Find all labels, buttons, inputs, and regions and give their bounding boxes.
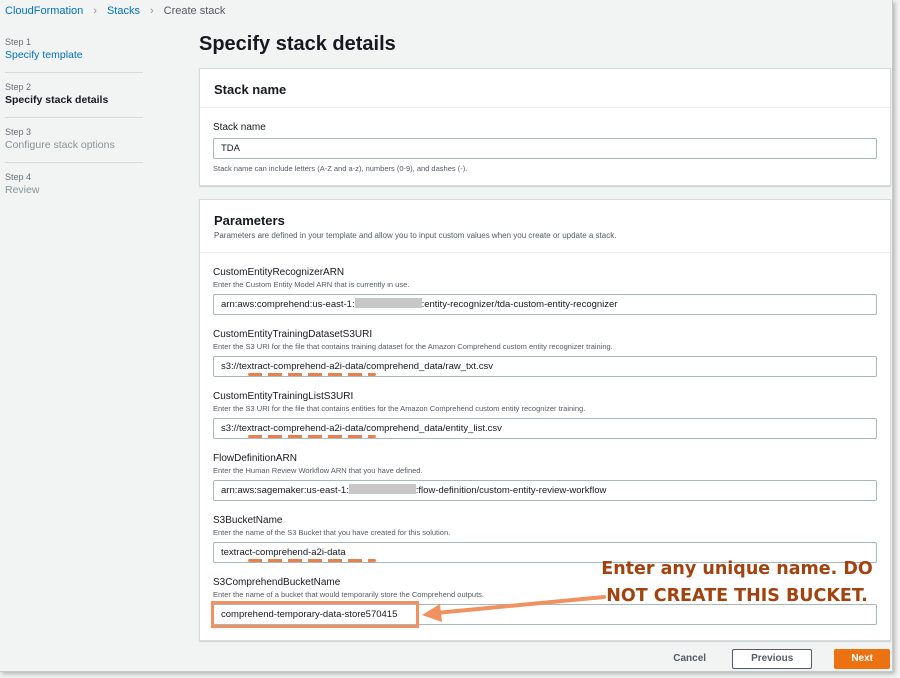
card-heading: Parameters — [214, 213, 285, 228]
step-2: Step 2 Specify stack details — [5, 81, 143, 118]
previous-button[interactable]: Previous — [732, 649, 813, 669]
annotation-underline — [248, 559, 376, 562]
field-label: CustomEntityTrainingDatasetS3URI — [213, 329, 373, 340]
breadcrumb-stacks[interactable]: Stacks — [107, 5, 140, 17]
cancel-button[interactable]: Cancel — [669, 649, 710, 669]
input-value: TDA — [221, 143, 240, 154]
step-number: Step 4 — [5, 172, 32, 182]
stack-name-card: Stack name Stack name TDA Stack name can… — [199, 68, 891, 186]
card-header: Parameters Parameters are defined in you… — [200, 200, 890, 253]
training-dataset-input[interactable]: s3://textract-comprehend-a2i-data/compre… — [213, 356, 877, 377]
recognizer-arn-input[interactable]: arn:aws:comprehend:us-east-1: :entity-rec… — [213, 294, 877, 315]
input-value-suffix: :flow-definition/custom-entity-review-wo… — [415, 485, 607, 496]
field-description: Enter the Human Review Workflow ARN that… — [213, 466, 423, 475]
input-value-prefix: arn:aws:sagemaker:us-east-1: — [221, 485, 349, 496]
field-label: CustomEntityRecognizerARN — [213, 267, 345, 278]
flow-definition-input[interactable]: arn:aws:sagemaker:us-east-1: :flow-defini… — [213, 480, 877, 501]
redacted-account-id — [354, 298, 422, 308]
input-value: textract-comprehend-a2i-data — [221, 547, 346, 558]
input-value-prefix: arn:aws:comprehend:us-east-1: — [221, 299, 355, 310]
step-label: Configure stack options — [5, 139, 115, 151]
page-title: Specify stack details — [199, 33, 396, 55]
field-hint: Stack name can include letters (A-Z and … — [213, 164, 468, 173]
field-description: Enter the S3 URI for the file that conta… — [213, 404, 586, 413]
input-value: comprehend-temporary-data-store570415 — [221, 609, 398, 620]
training-list-input[interactable]: s3://textract-comprehend-a2i-data/compre… — [213, 418, 877, 439]
breadcrumb-cloudformation[interactable]: CloudFormation — [5, 5, 83, 17]
card-heading: Stack name — [214, 82, 287, 97]
annotation-callout: Enter any unique name. DO NOT CREATE THI… — [580, 556, 894, 610]
step-label: Review — [5, 184, 40, 196]
field-description: Enter the name of the S3 Bucket that you… — [213, 528, 451, 537]
stack-name-input[interactable]: TDA — [213, 138, 877, 159]
step-1[interactable]: Step 1 Specify template — [5, 36, 143, 73]
redacted-account-id — [348, 484, 416, 494]
step-4: Step 4 Review — [5, 171, 143, 207]
step-label[interactable]: Specify template — [5, 48, 143, 63]
field-label: CustomEntityTrainingListS3URI — [213, 391, 354, 402]
chevron-right-icon: › — [93, 5, 97, 17]
card-description: Parameters are defined in your template … — [214, 231, 617, 240]
param-training-list-s3uri: CustomEntityTrainingListS3URI Enter the … — [213, 390, 877, 439]
breadcrumb-create-stack: Create stack — [163, 5, 226, 17]
field-description: Enter the Custom Entity Model ARN that i… — [213, 280, 410, 289]
field-label: FlowDefinitionARN — [213, 453, 297, 464]
param-flow-definition-arn: FlowDefinitionARN Enter the Human Review… — [213, 452, 877, 501]
annotation-underline — [248, 373, 376, 376]
field-label: Stack name — [213, 122, 266, 133]
wizard-steps: Step 1 Specify template Step 2 Specify s… — [5, 36, 143, 215]
next-button[interactable]: Next — [834, 649, 890, 669]
annotation-underline — [248, 435, 376, 438]
annotation-line-1: Enter any unique name. DO — [601, 559, 873, 579]
input-value-suffix: :entity-recognizer/tda-custom-entity-rec… — [421, 299, 618, 310]
stack-name-field: Stack name TDA Stack name can include le… — [213, 121, 877, 173]
breadcrumb: CloudFormation › Stacks › Create stack — [5, 4, 225, 18]
param-custom-entity-recognizer-arn: CustomEntityRecognizerARN Enter the Cust… — [213, 266, 877, 315]
input-value: s3://textract-comprehend-a2i-data/compre… — [221, 423, 502, 434]
field-label: S3BucketName — [213, 515, 283, 526]
step-number: Step 3 — [5, 127, 32, 137]
card-header: Stack name — [200, 69, 890, 108]
field-description: Enter the S3 URI for the file that conta… — [213, 342, 613, 351]
step-number: Step 2 — [5, 82, 32, 92]
param-training-dataset-s3uri: CustomEntityTrainingDatasetS3URI Enter t… — [213, 328, 877, 377]
input-value: s3://textract-comprehend-a2i-data/compre… — [221, 361, 493, 372]
step-label: Specify stack details — [5, 94, 109, 106]
step-number: Step 1 — [5, 37, 32, 47]
step-3: Step 3 Configure stack options — [5, 126, 143, 163]
wizard-actions: Cancel Previous Next — [669, 649, 890, 669]
chevron-right-icon: › — [149, 5, 154, 17]
annotation-line-2: NOT CREATE THIS BUCKET. — [606, 586, 868, 606]
